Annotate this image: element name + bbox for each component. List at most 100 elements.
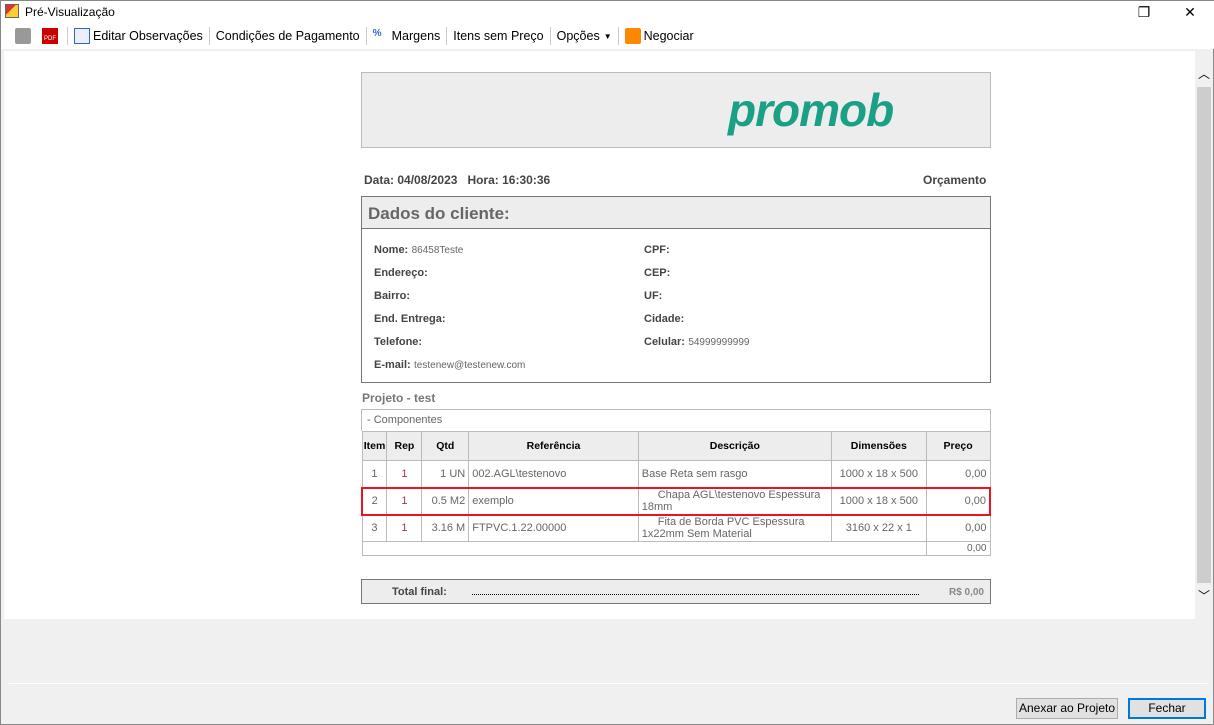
total-box: Total final: R$ 0,00 — [361, 579, 991, 604]
table-cell: 1 UN — [421, 460, 470, 488]
options-label: Opções — [556, 29, 600, 43]
table-cell: 1 — [386, 486, 423, 516]
logo-header: promob — [361, 72, 991, 148]
table-cell: 0,00 — [925, 486, 991, 516]
field-label: Cidade: — [644, 313, 685, 325]
table-cell: 3 — [361, 514, 388, 542]
client-field: Nome: 86458Teste — [374, 242, 463, 256]
total-label: Total final: — [392, 586, 447, 598]
payment-conditions-button[interactable]: Condições de Pagamento — [212, 25, 364, 47]
attach-to-project-button[interactable]: Anexar ao Projeto — [1016, 698, 1118, 719]
table-cell: 3.16 M — [421, 514, 470, 542]
table-cell: 1 — [361, 460, 388, 488]
table-cell: 002.AGL\testenovo — [468, 460, 639, 488]
margins-label: Margens — [391, 29, 441, 43]
client-data-section: Dados do cliente: — [361, 196, 991, 383]
items-without-price-button[interactable]: Itens sem Preço — [449, 25, 547, 47]
client-field: End. Entrega: — [374, 311, 446, 325]
divider — [9, 683, 1207, 684]
table-cell: Fita de Borda PVC Espessura 1x22mm Sem M… — [637, 514, 832, 542]
subtotal-row: 0,00 — [361, 541, 991, 556]
dotted-leader — [472, 594, 919, 595]
scroll-down-icon[interactable]: ﹀ — [1198, 587, 1210, 604]
project-name: Projeto - test — [362, 391, 436, 405]
field-label: Nome: — [374, 244, 409, 256]
table-cell: 0,00 — [925, 460, 991, 488]
table-cell: 0.5 M2 — [421, 486, 470, 516]
field-label: CEP: — [644, 267, 671, 279]
components-section-toggle[interactable]: - Componentes — [361, 409, 991, 431]
field-label: Endereço: — [374, 267, 428, 279]
restore-button[interactable]: ❐ — [1121, 1, 1167, 23]
table-cell: 1 — [386, 460, 423, 488]
margins-button[interactable]: % Margens — [369, 25, 445, 47]
client-field: Cidade: — [644, 311, 684, 325]
options-dropdown[interactable]: Opções ▼ — [553, 25, 616, 47]
column-header: Referência — [468, 431, 639, 461]
client-field: CEP: — [644, 265, 670, 279]
document-type: Orçamento — [923, 173, 987, 187]
edit-notes-button[interactable]: Editar Observações — [70, 25, 207, 47]
column-header: Rep — [386, 431, 423, 461]
column-header: Item — [361, 431, 388, 461]
client-field: E-mail: testenew@testenew.com — [374, 357, 525, 371]
table-cell: 1000 x 18 x 500 — [830, 486, 927, 516]
table-cell: Base Reta sem rasgo — [637, 460, 832, 488]
scroll-up-icon[interactable]: ︿ — [1198, 65, 1210, 82]
pdf-button[interactable]: PDF — [38, 25, 65, 47]
edit-notes-label: Editar Observações — [93, 29, 203, 43]
date-time: Data: 04/08/2023 Hora: 16:30:36 — [364, 173, 551, 187]
print-button[interactable] — [11, 25, 38, 47]
field-label: E-mail: — [374, 359, 411, 371]
field-label: Telefone: — [374, 336, 423, 348]
close-button[interactable]: Fechar — [1128, 698, 1206, 719]
column-header: Preço — [925, 431, 991, 461]
title-bar: Pré-Visualização ❐ ✕ — [1, 1, 1214, 23]
user-icon — [624, 28, 641, 44]
toolbar: PDF Editar Observações Condições de Paga… — [1, 23, 1214, 49]
client-field: Celular: 54999999999 — [644, 334, 750, 348]
table-cell: 1000 x 18 x 500 — [830, 460, 927, 488]
window-title: Pré-Visualização — [25, 5, 115, 19]
close-window-button[interactable]: ✕ — [1167, 1, 1213, 23]
percent-icon: % — [372, 28, 382, 39]
table-cell: 0,00 — [925, 514, 991, 542]
table-row[interactable]: 3 1 3.16 M FTPVC.1.22.00000 Fita de Borda PV… — [361, 514, 991, 542]
table-cell: exemplo — [468, 486, 639, 516]
field-label: Bairro: — [374, 290, 411, 302]
notepad-icon — [74, 28, 90, 44]
scrollbar-thumb[interactable] — [1197, 87, 1211, 583]
client-field: CPF: — [644, 242, 670, 256]
table-cell: 2 — [361, 486, 388, 516]
field-label: UF: — [644, 290, 663, 302]
table-cell: Chapa AGL\testenovo Espessura 18mm — [637, 486, 832, 516]
client-field: Telefone: — [374, 334, 422, 348]
table-row[interactable]: 111 UN 002.AGL\testenovo Base Reta sem ras… — [361, 460, 991, 488]
field-value: testenew@testenew.com — [414, 360, 526, 371]
table-cell: FTPVC.1.22.00000 — [468, 514, 639, 542]
column-header: Descrição — [637, 431, 832, 461]
chevron-down-icon: ▼ — [603, 31, 612, 41]
total-value: R$ 0,00 — [948, 587, 984, 598]
subtotal-value: 0,00 — [925, 541, 991, 556]
table-cell: 3160 x 22 x 1 — [830, 514, 927, 542]
client-field: UF: — [644, 288, 662, 302]
promob-logo: promob — [728, 84, 894, 136]
field-label: End. Entrega: — [374, 313, 446, 325]
column-header: Qtd — [421, 431, 470, 461]
table-row[interactable]: 2 1 0.5 M2 exemplo Chapa AGL\testenovo Espes… — [361, 486, 991, 516]
field-value: 54999999999 — [688, 337, 750, 348]
printer-icon — [15, 28, 31, 44]
negotiate-button[interactable]: Negociar — [621, 25, 698, 47]
table-cell: 1 — [386, 514, 423, 542]
field-value: 86458Teste — [411, 245, 464, 256]
field-label: Celular: — [644, 336, 685, 348]
column-header: Dimensões — [830, 431, 927, 461]
app-icon — [5, 4, 19, 18]
client-field: Bairro: — [374, 288, 410, 302]
components-table: Item Rep Qtd Referência Descrição Dimensões Pr… — [361, 431, 991, 556]
client-title: Dados do cliente: — [362, 197, 990, 229]
pdf-icon: PDF — [42, 28, 58, 44]
field-label: CPF: — [644, 244, 670, 256]
client-field: Endereço: — [374, 265, 428, 279]
